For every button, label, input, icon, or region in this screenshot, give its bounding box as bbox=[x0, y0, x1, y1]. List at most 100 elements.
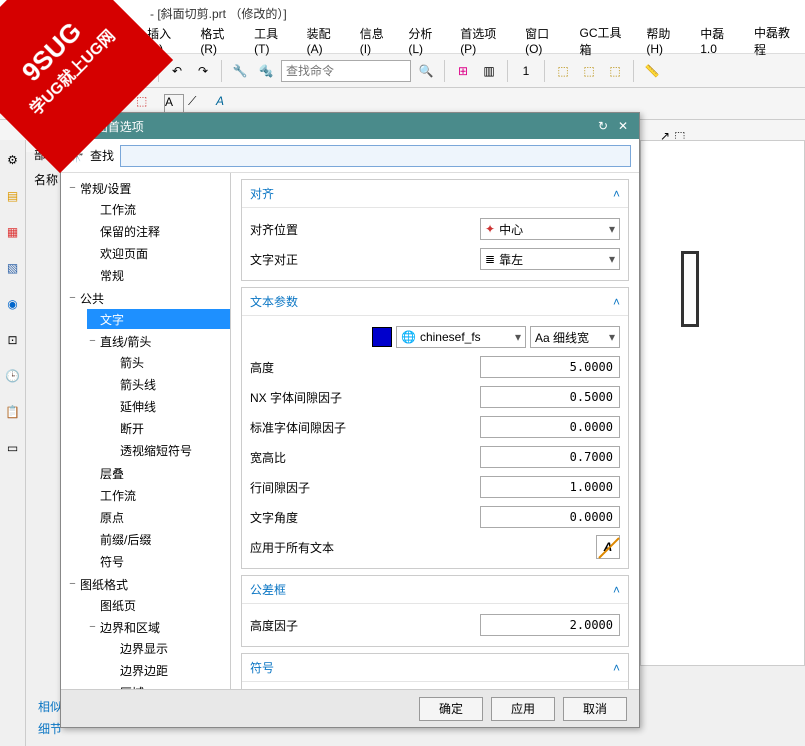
std-gap-input[interactable] bbox=[480, 416, 620, 438]
reset-icon[interactable]: ↻ bbox=[593, 116, 613, 136]
tree-item[interactable]: 区域 bbox=[107, 682, 230, 689]
tree-general[interactable]: 常规/设置 bbox=[80, 180, 131, 197]
tree-item[interactable]: 保留的注释 bbox=[87, 221, 230, 241]
search-icon[interactable]: 🔍 bbox=[415, 60, 437, 82]
undo-icon[interactable]: ↶ bbox=[166, 60, 188, 82]
justify-select[interactable]: ≣靠左▾ bbox=[480, 248, 620, 270]
tool-icon[interactable]: 🔧 bbox=[229, 60, 251, 82]
search-command-input[interactable] bbox=[281, 60, 411, 82]
tree-text-selected[interactable]: 文字 bbox=[87, 309, 230, 329]
italic-a-icon[interactable]: A bbox=[216, 94, 236, 114]
font-name-select[interactable]: 🌐chinesef_fs▾ bbox=[396, 326, 526, 348]
ltab-icon[interactable]: ▦ bbox=[3, 222, 23, 242]
tree-item[interactable]: 箭头 bbox=[107, 352, 230, 372]
wifi-icon[interactable]: ◉ bbox=[3, 294, 23, 314]
section-symbol-header[interactable]: 符号˄ bbox=[242, 654, 628, 682]
menu-help[interactable]: 帮助(H) bbox=[642, 23, 690, 58]
box1-icon[interactable]: ⬚ bbox=[552, 60, 574, 82]
height-input[interactable] bbox=[480, 356, 620, 378]
line-gap-input[interactable] bbox=[480, 476, 620, 498]
aspect-input[interactable] bbox=[480, 446, 620, 468]
menu-view[interactable]: 视图(V) bbox=[90, 23, 137, 58]
menu-gc-toolbox[interactable]: GC工具箱 bbox=[576, 22, 637, 60]
close-icon[interactable]: ✕ bbox=[613, 116, 633, 136]
tree-line-arrow[interactable]: 直线/箭头 bbox=[100, 333, 151, 350]
menu-preferences[interactable]: 首选项(P) bbox=[456, 23, 515, 58]
tree-border[interactable]: 边界和区域 bbox=[100, 619, 160, 636]
tree-item[interactable]: 断开 bbox=[107, 418, 230, 438]
section-tolbox-header[interactable]: 公差框˄ bbox=[242, 576, 628, 604]
redo-icon[interactable]: ↷ bbox=[192, 60, 214, 82]
tree-item[interactable]: 欢迎页面 bbox=[87, 243, 230, 263]
box2-icon[interactable]: ⬚ bbox=[578, 60, 600, 82]
ltab-icon[interactable]: 📋 bbox=[3, 402, 23, 422]
nx-gap-input[interactable] bbox=[480, 386, 620, 408]
box3-icon[interactable]: ⬚ bbox=[604, 60, 626, 82]
ruler-icon[interactable]: 📏 bbox=[641, 60, 663, 82]
tree-item[interactable]: 层叠 bbox=[87, 463, 230, 483]
tree-item[interactable]: 箭头线 bbox=[107, 374, 230, 394]
cancel-button[interactable]: 取消 bbox=[563, 697, 627, 721]
t2-icon[interactable]: ⬚ bbox=[136, 94, 156, 114]
num-icon[interactable]: 1 bbox=[515, 60, 537, 82]
color-swatch[interactable] bbox=[372, 327, 392, 347]
copy-icon[interactable]: ⎘ bbox=[103, 60, 125, 82]
menu-info[interactable]: 信息(I) bbox=[356, 23, 399, 58]
std-gap-label: 标准字体间隙因子 bbox=[250, 419, 480, 436]
cut-icon[interactable]: ✂ bbox=[77, 60, 99, 82]
font-weight-select[interactable]: Aa 细线宽▾ bbox=[530, 326, 620, 348]
tree-item[interactable]: 延伸线 bbox=[107, 396, 230, 416]
tab-detail[interactable]: 细节 bbox=[38, 718, 62, 740]
tab-similar[interactable]: 相似 bbox=[38, 696, 62, 718]
tol-height-input[interactable] bbox=[480, 614, 620, 636]
layer-icon[interactable]: ▥ bbox=[478, 60, 500, 82]
graphics-canvas[interactable] bbox=[640, 140, 805, 666]
apply-text-button[interactable]: A bbox=[596, 535, 620, 559]
tree-item[interactable]: 工作流 bbox=[87, 485, 230, 505]
paste-icon[interactable]: 📋 bbox=[129, 60, 151, 82]
tree-item[interactable]: 符号 bbox=[87, 551, 230, 571]
tree-item[interactable]: 图纸页 bbox=[87, 595, 230, 615]
tree-item[interactable]: 边界显示 bbox=[107, 638, 230, 658]
tree-item[interactable]: 常规 bbox=[87, 265, 230, 285]
apply-button[interactable]: 应用 bbox=[491, 697, 555, 721]
grid-icon[interactable]: ⊞ bbox=[452, 60, 474, 82]
angle-input[interactable] bbox=[480, 506, 620, 528]
ok-button[interactable]: 确定 bbox=[419, 697, 483, 721]
text-a-icon[interactable]: A bbox=[164, 94, 184, 114]
ltab-icon[interactable]: ▧ bbox=[3, 258, 23, 278]
tree-common[interactable]: 公共 bbox=[80, 290, 104, 307]
menu-insert[interactable]: 插入(S) bbox=[143, 23, 190, 58]
menu-assembly[interactable]: 装配(A) bbox=[303, 23, 350, 58]
tool2-icon[interactable]: 🔩 bbox=[255, 60, 277, 82]
section-text-params-header[interactable]: 文本参数˄ bbox=[242, 288, 628, 316]
ltab-icon[interactable]: ▤ bbox=[3, 186, 23, 206]
section-align-header[interactable]: 对齐˄ bbox=[242, 180, 628, 208]
save-icon[interactable] bbox=[40, 60, 62, 82]
clock-icon[interactable]: 🕒 bbox=[3, 366, 23, 386]
t2-icon[interactable]: ▤ bbox=[64, 94, 84, 114]
menu-zhonglei-tutorial[interactable]: 中磊教程 bbox=[750, 22, 805, 60]
dialog-search-input[interactable] bbox=[120, 145, 631, 167]
ltab-icon[interactable]: ▭ bbox=[3, 438, 23, 458]
t2-icon[interactable]: ◫ bbox=[112, 94, 132, 114]
t2-icon[interactable]: ▣ bbox=[40, 94, 60, 114]
preferences-tree[interactable]: −常规/设置 工作流 保留的注释 欢迎页面 常规 −公共 文字 −直线/箭头 箭… bbox=[61, 173, 231, 689]
tree-sheet-format[interactable]: 图纸格式 bbox=[80, 576, 128, 593]
tree-item[interactable]: 原点 bbox=[87, 507, 230, 527]
menu-tools[interactable]: 工具(T) bbox=[250, 23, 296, 58]
left-tab-bar: ⚙ ▤ ▦ ▧ ◉ ⊡ 🕒 📋 ▭ bbox=[0, 140, 26, 746]
menu-window[interactable]: 窗口(O) bbox=[521, 23, 569, 58]
tree-item[interactable]: 透视缩短符号 bbox=[107, 440, 230, 460]
dim-icon[interactable]: ⟋ bbox=[188, 94, 208, 114]
gear-icon[interactable]: ⚙ bbox=[3, 150, 23, 170]
t2-icon[interactable]: ▥ bbox=[88, 94, 108, 114]
tree-item[interactable]: 前缀/后缀 bbox=[87, 529, 230, 549]
menu-format[interactable]: 格式(R) bbox=[196, 23, 244, 58]
tree-item[interactable]: 工作流 bbox=[87, 199, 230, 219]
menu-analysis[interactable]: 分析(L) bbox=[404, 23, 450, 58]
align-pos-select[interactable]: ✦中心▾ bbox=[480, 218, 620, 240]
ltab-icon[interactable]: ⊡ bbox=[3, 330, 23, 350]
menu-zhonglei1[interactable]: 中磊1.0 bbox=[696, 23, 744, 58]
tree-item[interactable]: 边界边距 bbox=[107, 660, 230, 680]
